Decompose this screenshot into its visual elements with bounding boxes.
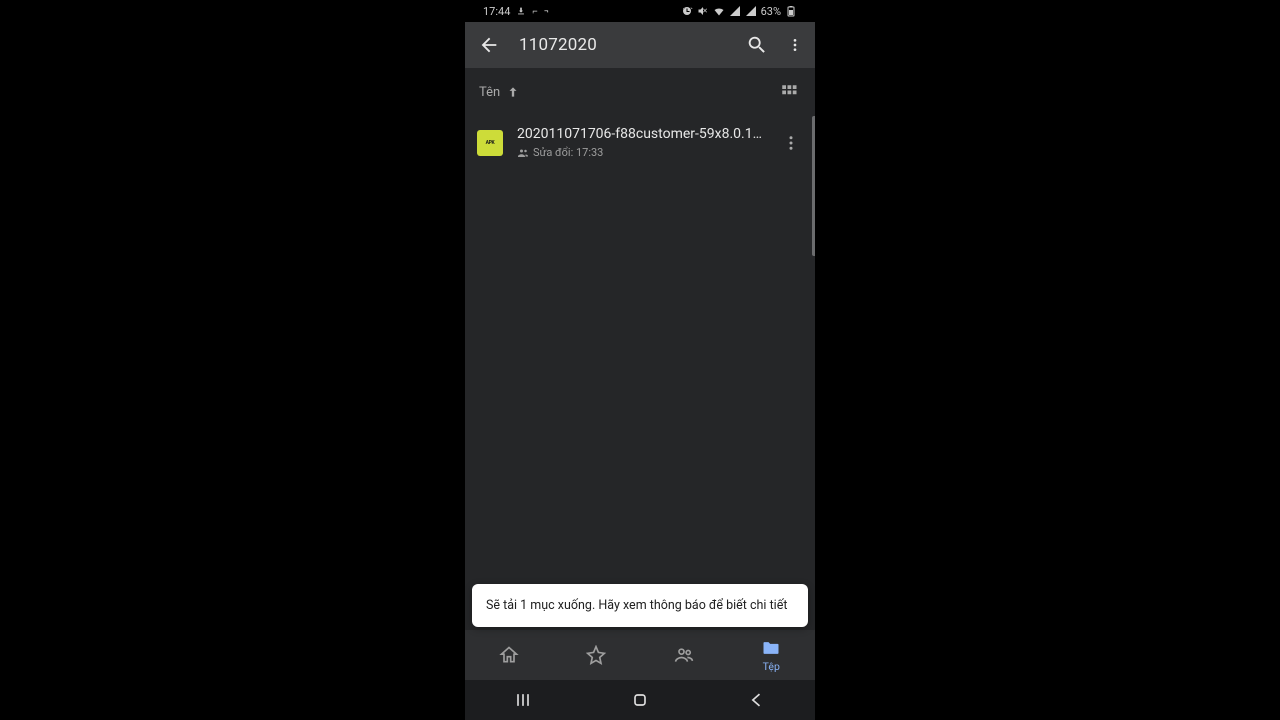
item-more-button[interactable] xyxy=(779,131,803,155)
star-icon xyxy=(586,645,606,665)
toast: Sẽ tải 1 mục xuống. Hãy xem thông báo để… xyxy=(472,584,808,627)
scroll-indicator[interactable] xyxy=(812,116,815,256)
grid-icon xyxy=(780,83,798,101)
nav-home[interactable] xyxy=(610,686,670,714)
sort-row: Tên xyxy=(465,68,815,116)
file-meta-text: Sửa đổi: 17:33 xyxy=(533,146,603,159)
folder-icon xyxy=(761,638,781,658)
app-bar: 11072020 xyxy=(465,22,815,68)
status-left: 17:44 ⌐ ¬ xyxy=(483,5,551,18)
sort-button[interactable]: Tên xyxy=(479,85,520,100)
status-bar: 17:44 ⌐ ¬ 63% xyxy=(465,0,815,22)
wifi-icon xyxy=(713,5,725,17)
list-item[interactable]: APK 202011071706-f88customer-59x8.0.1-r…… xyxy=(465,116,815,169)
bottom-tabs: Tệp xyxy=(465,630,815,680)
file-list: APK 202011071706-f88customer-59x8.0.1-r…… xyxy=(465,116,815,630)
more-vert-icon xyxy=(787,34,803,56)
tab-files[interactable]: Tệp xyxy=(728,630,816,680)
phone-frame: 17:44 ⌐ ¬ 63% 11072020 Tên xyxy=(465,0,815,720)
view-toggle-button[interactable] xyxy=(777,80,801,104)
status-right: 63% xyxy=(681,5,797,18)
file-name: 202011071706-f88customer-59x8.0.1-r… xyxy=(517,126,765,142)
file-meta: Sửa đổi: 17:33 xyxy=(517,146,765,159)
more-vert-icon xyxy=(782,134,800,152)
tab-shared[interactable] xyxy=(640,630,728,680)
mute-icon xyxy=(697,5,709,17)
sort-label: Tên xyxy=(479,85,500,100)
search-button[interactable] xyxy=(745,33,769,57)
people-icon xyxy=(674,645,694,665)
home-icon xyxy=(499,645,519,665)
arrow-up-icon xyxy=(506,85,520,99)
alarm-icon xyxy=(681,5,693,17)
nav-back-icon xyxy=(747,690,767,710)
toast-text: Sẽ tải 1 mục xuống. Hãy xem thông báo để… xyxy=(486,598,787,613)
recents-icon xyxy=(513,690,533,710)
more-button[interactable] xyxy=(787,33,803,57)
apk-icon: APK xyxy=(477,130,503,156)
status-time: 17:44 xyxy=(483,5,510,18)
signal-1-icon xyxy=(729,5,741,17)
tab-files-label: Tệp xyxy=(763,660,780,673)
file-info: 202011071706-f88customer-59x8.0.1-r… Sửa… xyxy=(517,126,765,159)
nav-recents[interactable] xyxy=(493,686,553,714)
shared-icon xyxy=(517,147,529,159)
nav-back[interactable] xyxy=(727,686,787,714)
search-icon xyxy=(746,34,768,56)
system-nav xyxy=(465,680,815,720)
signal-2-icon xyxy=(745,5,757,17)
battery-text: 63% xyxy=(761,5,781,18)
tab-starred[interactable] xyxy=(553,630,641,680)
arrow-back-icon xyxy=(478,34,500,56)
tab-home[interactable] xyxy=(465,630,553,680)
download-icon xyxy=(516,6,526,16)
expand-indicator-icon: ⌐ ¬ xyxy=(532,6,550,17)
back-button[interactable] xyxy=(477,33,501,57)
nav-home-icon xyxy=(630,690,650,710)
battery-icon xyxy=(785,5,797,17)
page-title: 11072020 xyxy=(519,35,727,55)
